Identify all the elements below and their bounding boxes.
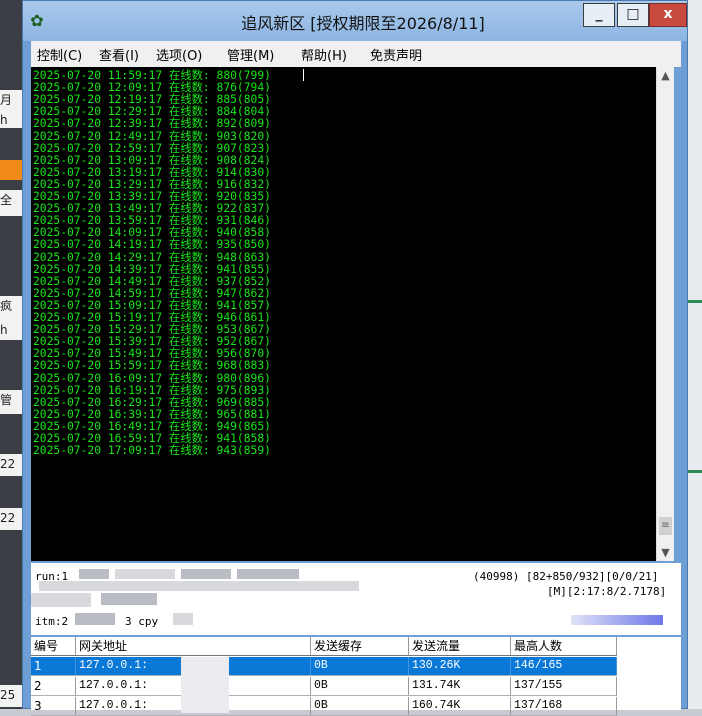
log-line: 2025-07-20 14:59:17 在线数: 947(862) — [33, 286, 271, 300]
background-glyph: 疯 — [0, 296, 22, 320]
log-line: 2025-07-20 14:39:17 在线数: 941(855) — [33, 262, 271, 276]
redacted-block — [75, 613, 115, 625]
text-cursor — [303, 69, 304, 81]
cell-id: 1 — [31, 657, 76, 675]
redacted-block — [173, 613, 193, 625]
background-glyph: 25 — [0, 685, 22, 707]
cell-traffic: 131.74K — [409, 677, 511, 695]
cell-id: 3 — [31, 697, 76, 715]
log-line: 2025-07-20 16:49:17 在线数: 949(865) — [33, 419, 271, 433]
redacted-block — [237, 569, 299, 579]
redacted-block — [79, 569, 109, 579]
background-glyph: 管 — [0, 390, 22, 414]
background-right-strip — [688, 0, 702, 709]
status-itm: itm:2 — [35, 615, 69, 628]
log-line: 2025-07-20 16:09:17 在线数: 980(896) — [33, 371, 271, 385]
cell-traffic: 160.74K — [409, 697, 511, 715]
log-line: 2025-07-20 13:09:17 在线数: 908(824) — [33, 153, 271, 167]
gateway-table: 编号 网关地址 发送缓存 发送流量 最高人数 1 127.0.0.1: 0B 1… — [31, 637, 681, 716]
log-line: 2025-07-20 16:39:17 在线数: 965(881) — [33, 407, 271, 421]
log-line: 2025-07-20 12:49:17 在线数: 903(820) — [33, 129, 271, 143]
maximize-button[interactable]: □ — [617, 3, 649, 27]
header-id[interactable]: 编号 — [31, 637, 76, 655]
app-window: ✿ 追风新区 [授权期限至2026/8/11] _ □ x 控制(C) 查看(I… — [22, 0, 688, 716]
scroll-thumb[interactable]: ≡ — [659, 517, 672, 535]
header-gateway[interactable]: 网关地址 — [76, 637, 311, 655]
console-scrollbar[interactable]: ▲ ≡ ▼ — [656, 67, 674, 561]
cell-id: 2 — [31, 677, 76, 695]
status-counters: (40998) [82+850/932][0/0/21] — [473, 570, 659, 583]
log-console[interactable]: 2025-07-20 11:59:17 在线数: 880(799) 2025-07… — [31, 67, 656, 561]
redacted-gateway-port — [181, 657, 229, 713]
background-marker — [688, 470, 702, 473]
status-panel: run:1 (40998) [82+850/932][0/0/21] [M][2… — [31, 563, 681, 635]
table-row[interactable]: 1 127.0.0.1: 0B 130.26K 146/165 — [31, 657, 617, 676]
background-glyph: 月 — [0, 90, 22, 112]
menu-options[interactable]: 选项(O) — [156, 45, 202, 64]
log-line: 2025-07-20 14:29:17 在线数: 948(863) — [33, 250, 271, 264]
cell-traffic: 130.26K — [409, 657, 511, 675]
scroll-down-icon[interactable]: ▼ — [657, 544, 674, 561]
log-line: 2025-07-20 12:39:17 在线数: 892(809) — [33, 117, 271, 131]
cell-peak: 137/155 — [511, 677, 617, 695]
background-glyph: 22 — [0, 454, 22, 476]
background-orange-badge — [0, 160, 22, 180]
background-glyph: 22 — [0, 508, 22, 530]
header-traffic[interactable]: 发送流量 — [409, 637, 511, 655]
log-line: 2025-07-20 15:59:17 在线数: 968(883) — [33, 359, 271, 373]
log-line: 2025-07-20 16:19:17 在线数: 975(893) — [33, 383, 271, 397]
header-cache[interactable]: 发送缓存 — [311, 637, 409, 655]
log-line: 2025-07-20 17:09:17 在线数: 943(859) — [33, 444, 271, 458]
title-bar[interactable]: ✿ 追风新区 [授权期限至2026/8/11] _ □ x — [23, 1, 687, 41]
menu-manage[interactable]: 管理(M) — [227, 45, 274, 64]
log-line: 2025-07-20 14:49:17 在线数: 937(852) — [33, 274, 271, 288]
cell-cache: 0B — [311, 657, 409, 675]
log-line: 2025-07-20 14:19:17 在线数: 935(850) — [33, 238, 271, 252]
minimize-button[interactable]: _ — [583, 3, 615, 27]
cell-peak: 137/168 — [511, 697, 617, 715]
window-title: 追风新区 [授权期限至2026/8/11] — [241, 14, 485, 33]
log-line: 2025-07-20 13:19:17 在线数: 914(830) — [33, 165, 271, 179]
redacted-block — [31, 593, 91, 607]
scroll-up-icon[interactable]: ▲ — [657, 67, 674, 84]
status-progress — [571, 615, 663, 625]
status-cpy: 3 cpy — [125, 615, 159, 628]
cell-cache: 0B — [311, 677, 409, 695]
background-glyph: h — [0, 320, 22, 340]
log-line: 2025-07-20 16:29:17 在线数: 969(885) — [33, 395, 271, 409]
background-app-strip: 月 h 全 疯 h 管 22 22 25 — [0, 0, 22, 709]
log-line: 2025-07-20 15:09:17 在线数: 941(857) — [33, 298, 271, 312]
table-row[interactable]: 3 127.0.0.1: 0B 160.74K 137/168 — [31, 697, 617, 716]
menu-bar: 控制(C) 查看(I) 选项(O) 管理(M) 帮助(H) 免责声明 — [31, 41, 681, 67]
app-logo-icon: ✿ — [30, 11, 44, 30]
background-marker — [688, 300, 702, 303]
redacted-block — [39, 581, 359, 591]
close-button[interactable]: x — [649, 3, 687, 27]
table-header: 编号 网关地址 发送缓存 发送流量 最高人数 — [31, 637, 617, 656]
menu-control[interactable]: 控制(C) — [37, 45, 82, 64]
redacted-block — [181, 569, 231, 579]
header-peak[interactable]: 最高人数 — [511, 637, 617, 655]
redacted-block — [115, 569, 175, 579]
log-line: 2025-07-20 13:29:17 在线数: 916(832) — [33, 177, 271, 191]
log-line: 2025-07-20 12:59:17 在线数: 907(823) — [33, 141, 271, 155]
background-glyph: 全 — [0, 190, 22, 216]
status-timing: [M][2:17:8/2.7178] — [547, 585, 667, 598]
menu-help[interactable]: 帮助(H) — [301, 45, 347, 64]
background-glyph: h — [0, 110, 22, 128]
menu-view[interactable]: 查看(I) — [99, 45, 139, 64]
cell-peak: 146/165 — [511, 657, 617, 675]
redacted-block — [101, 593, 157, 605]
table-row[interactable]: 2 127.0.0.1: 0B 131.74K 137/155 — [31, 677, 617, 696]
menu-disclaimer[interactable]: 免责声明 — [370, 45, 422, 64]
cell-cache: 0B — [311, 697, 409, 715]
